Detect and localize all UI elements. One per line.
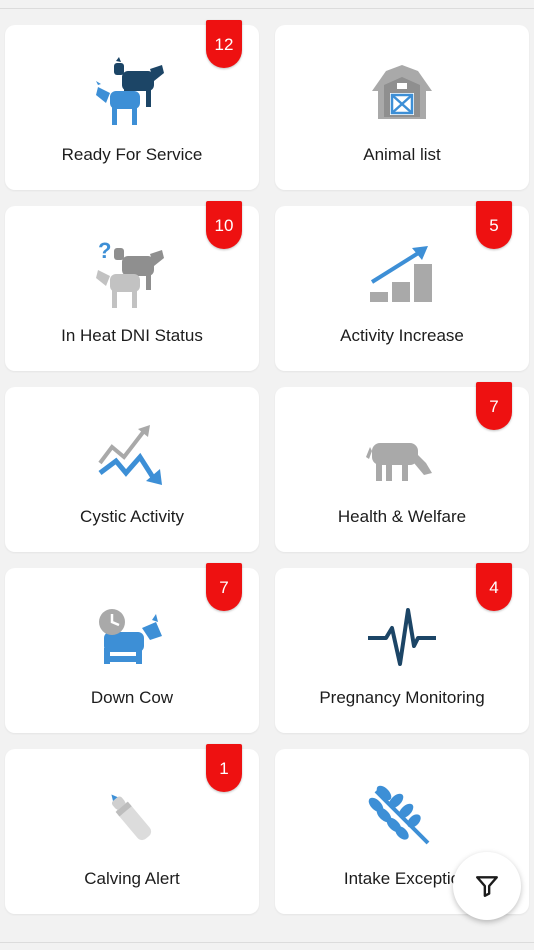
filter-icon	[476, 876, 498, 897]
heartbeat-icon	[362, 598, 442, 678]
count-badge: 1	[206, 744, 242, 792]
bottle-icon	[92, 779, 172, 859]
card-label: Pregnancy Monitoring	[319, 688, 485, 707]
card-label: Calving Alert	[84, 869, 180, 888]
count-badge: 7	[476, 382, 512, 430]
card-activity-increase[interactable]: Activity Increase 5	[275, 201, 529, 371]
card-ready-for-service[interactable]: Ready For Service 12	[5, 20, 259, 190]
card-label: Cystic Activity	[80, 507, 184, 526]
top-divider	[0, 8, 534, 9]
card-label: Down Cow	[90, 688, 174, 707]
card-calving-alert[interactable]: Calving Alert 1	[5, 744, 259, 914]
barn-icon	[362, 55, 442, 135]
card-label: Activity Increase	[340, 326, 464, 345]
svg-text:?: ?	[98, 238, 111, 263]
cystic-activity-icon	[92, 417, 172, 497]
two-cows-icon	[92, 55, 172, 135]
count-badge: 4	[476, 563, 512, 611]
card-health-welfare[interactable]: Health & Welfare 7	[275, 382, 529, 552]
down-cow-clock-icon	[92, 598, 172, 678]
wheat-icon	[362, 779, 442, 859]
filter-button[interactable]	[453, 852, 521, 920]
card-label: In Heat DNI Status	[61, 326, 203, 345]
card-label: Health & Welfare	[337, 507, 467, 526]
count-badge: 5	[476, 201, 512, 249]
card-cystic-activity[interactable]: Cystic Activity	[5, 387, 259, 552]
card-label: Ready For Service	[61, 145, 203, 164]
card-pregnancy-monitoring[interactable]: Pregnancy Monitoring 4	[275, 563, 529, 733]
activity-increase-icon	[362, 236, 442, 316]
bottom-divider	[0, 942, 534, 943]
card-label: Animal list	[363, 145, 441, 164]
count-badge: 10	[206, 201, 242, 249]
cows-question-icon: ?	[92, 236, 172, 316]
card-in-heat-dni-status[interactable]: ? In Heat DNI Status 10	[5, 201, 259, 371]
card-down-cow[interactable]: Down Cow 7	[5, 563, 259, 733]
card-animal-list[interactable]: Animal list	[275, 25, 529, 190]
grazing-cow-icon	[362, 417, 442, 497]
count-badge: 12	[206, 20, 242, 68]
count-badge: 7	[206, 563, 242, 611]
alerts-grid: Ready For Service 12 Animal list ? In He…	[5, 20, 529, 914]
